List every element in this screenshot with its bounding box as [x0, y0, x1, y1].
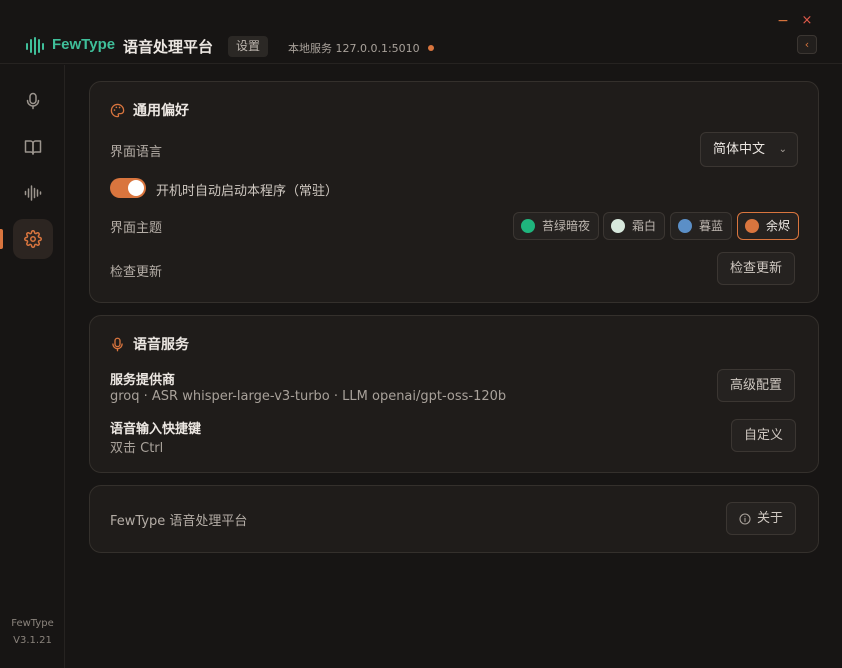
frost-swatch-icon	[611, 219, 625, 233]
provider-detail: groq · ASR whisper-large-v3-turbo · LLM …	[110, 389, 507, 404]
mic-icon	[112, 337, 123, 351]
active-nav-indicator	[0, 229, 3, 249]
chevron-down-icon: ⌄	[778, 144, 787, 155]
general-preferences-card: 通用偏好 界面语言 简体中文 ⌄ 开机时自动启动本程序（常驻） 界面主题 苔绿暗…	[89, 81, 819, 303]
ember-swatch-icon	[745, 219, 759, 233]
language-select[interactable]: 简体中文 ⌄	[700, 132, 798, 167]
language-select-value: 简体中文	[713, 142, 766, 157]
update-label: 检查更新	[110, 265, 163, 280]
theme-option-frost[interactable]: 霜白	[603, 212, 666, 240]
info-icon	[739, 512, 751, 525]
theme-option-moss[interactable]: 苔绿暗夜	[513, 212, 600, 240]
about-button-label: 关于	[757, 511, 784, 526]
autostart-label: 开机时自动启动本程序（常驻）	[156, 184, 339, 199]
footer-app-name: FewType	[11, 618, 54, 629]
about-button[interactable]: 关于	[726, 502, 797, 535]
general-preferences-title: 通用偏好	[110, 100, 189, 120]
app-logo-icon	[26, 37, 44, 55]
theme-option-label: 苔绿暗夜	[542, 219, 591, 233]
sidebar-item-settings[interactable]	[13, 219, 53, 259]
collapse-button[interactable]: ‹	[797, 35, 817, 54]
theme-option-label: 暮蓝	[699, 219, 724, 233]
sidebar-item-audio[interactable]	[13, 173, 53, 213]
theme-option-label: 余烬	[766, 219, 791, 233]
app-title: 语音处理平台	[123, 38, 214, 56]
customize-hotkey-button[interactable]: 自定义	[731, 419, 797, 452]
service-status-text: 本地服务 127.0.0.1:5010	[288, 42, 420, 55]
advanced-config-button[interactable]: 高级配置	[717, 369, 796, 402]
autostart-toggle[interactable]	[110, 178, 146, 198]
close-button[interactable]: ×	[800, 12, 814, 30]
language-label: 界面语言	[110, 145, 163, 160]
voice-service-title: 语音服务	[110, 334, 189, 354]
gear-icon	[24, 230, 42, 248]
provider-title: 服务提供商	[110, 373, 176, 388]
sidebar-item-dictionary[interactable]	[13, 127, 53, 167]
status-dot-icon	[427, 45, 434, 51]
theme-label: 界面主题	[110, 221, 163, 236]
hotkey-value: 双击 Ctrl	[110, 441, 164, 456]
hotkey-title: 语音输入快捷键	[110, 422, 202, 437]
mic-icon	[26, 92, 40, 110]
book-icon	[24, 140, 42, 155]
toggle-knob	[128, 180, 144, 196]
waveform-icon	[24, 185, 42, 201]
brand-name: FewType	[52, 36, 116, 53]
about-card: FewType 语音处理平台 关于	[89, 485, 819, 553]
general-preferences-heading: 通用偏好	[133, 103, 189, 119]
dusk-blue-swatch-icon	[678, 219, 692, 233]
voice-service-card: 语音服务 服务提供商 groq · ASR whisper-large-v3-t…	[89, 315, 819, 473]
sidebar-item-voice[interactable]	[13, 81, 53, 121]
theme-option-ember[interactable]: 余烬	[737, 212, 800, 240]
sidebar: FewType V3.1.21	[0, 65, 65, 668]
about-text: FewType 语音处理平台	[110, 514, 248, 529]
minimize-button[interactable]: −	[776, 12, 790, 30]
app-version-info: FewType V3.1.21	[0, 615, 65, 649]
title-bar: FewType 语音处理平台 设置 本地服务 127.0.0.1:5010 − …	[0, 0, 842, 64]
moss-swatch-icon	[521, 219, 535, 233]
service-status: 本地服务 127.0.0.1:5010	[288, 40, 434, 56]
theme-option-dusk-blue[interactable]: 暮蓝	[670, 212, 733, 240]
palette-icon	[110, 103, 125, 117]
footer-version: V3.1.21	[13, 635, 52, 646]
voice-service-heading: 语音服务	[133, 337, 189, 353]
settings-tab[interactable]: 设置	[228, 36, 269, 57]
check-update-button[interactable]: 检查更新	[717, 252, 796, 285]
theme-option-label: 霜白	[632, 219, 657, 233]
